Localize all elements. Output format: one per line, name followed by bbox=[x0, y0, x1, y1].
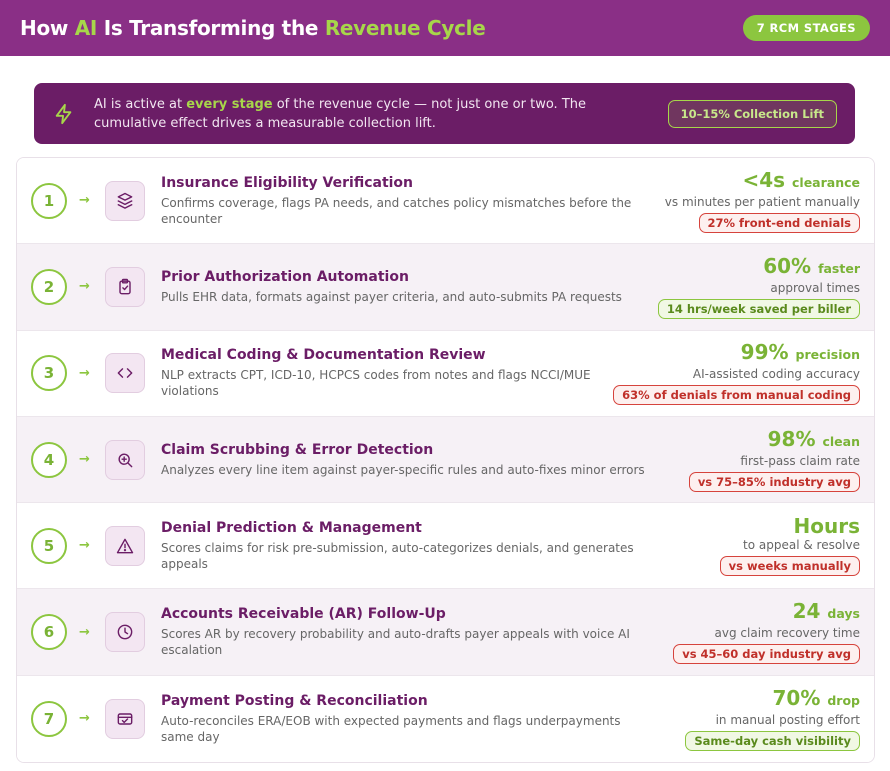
stage-row: 2 → Prior Authorization Automation Pulls EH… bbox=[17, 244, 874, 331]
metric-tag: Same-day cash visibility bbox=[685, 730, 860, 751]
stage-metric: 60% faster approval times 14 hrs/week save… bbox=[657, 253, 860, 319]
stage-row: 1 → Insurance Eligibility Verification Conf… bbox=[17, 158, 874, 245]
stage-metric: <4s clearance vs minutes per patient manu… bbox=[665, 169, 860, 233]
stage-description: Auto-reconciles ERA/EOB with expected pa… bbox=[161, 713, 621, 744]
stage-description: Scores claims for risk pre-submission, a… bbox=[161, 540, 634, 571]
metric-subtext: first-pass claim rate bbox=[740, 453, 860, 468]
stage-content: Denial Prediction & Management Scores cla… bbox=[161, 520, 651, 572]
stage-metric: 24 days avg claim recovery time vs 45–60 d… bbox=[673, 599, 860, 665]
page-header: How AI Is Transforming the Revenue Cycle… bbox=[0, 0, 890, 56]
metric-tag: 14 hrs/week saved per biller bbox=[657, 298, 860, 319]
payment-check-icon bbox=[105, 698, 145, 739]
metric-subtext: approval times bbox=[770, 280, 860, 295]
stage-number: 2 bbox=[31, 268, 67, 305]
collection-lift-badge: 10–15% Collection Lift bbox=[667, 99, 837, 128]
stage-metric: 99% precision AI-assisted coding accuracy… bbox=[613, 340, 861, 406]
metric-value: Hours bbox=[793, 514, 860, 539]
lightning-bolt-icon bbox=[34, 103, 94, 125]
stage-description: Scores AR by recovery probability and au… bbox=[161, 627, 630, 658]
clock-icon bbox=[105, 612, 145, 653]
stage-number: 5 bbox=[31, 527, 67, 564]
metric-tag: vs weeks manually bbox=[719, 556, 860, 577]
stage-description: Analyzes every line item against payer-s… bbox=[161, 462, 645, 477]
stage-row: 5 → Denial Prediction & Management Scores c… bbox=[17, 503, 874, 590]
stage-number: 1 bbox=[31, 182, 67, 219]
stage-title: Payment Posting & Reconciliation bbox=[161, 692, 428, 709]
arrow-right-icon: → bbox=[79, 365, 90, 381]
page-title: How AI Is Transforming the Revenue Cycle bbox=[20, 16, 486, 40]
stage-content: Insurance Eligibility Verification Confir… bbox=[161, 175, 651, 227]
stage-content: Claim Scrubbing & Error Detection Analyze… bbox=[161, 442, 651, 478]
stage-number: 6 bbox=[31, 614, 67, 651]
metric-unit: days bbox=[827, 606, 860, 622]
metric-value: <4s clearance bbox=[742, 167, 860, 192]
stage-metric: 70% drop in manual posting effort Same-day… bbox=[685, 687, 860, 751]
stage-row: 4 → Claim Scrubbing & Error Detection Analy… bbox=[17, 416, 874, 504]
code-brackets-icon bbox=[105, 353, 145, 394]
stage-description: NLP extracts CPT, ICD-10, HCPCS codes fr… bbox=[161, 368, 591, 399]
metric-value: 98% clean bbox=[767, 426, 860, 451]
stage-number: 4 bbox=[31, 441, 67, 478]
metric-subtext: AI-assisted coding accuracy bbox=[692, 367, 860, 382]
metric-tag: 63% of denials from manual coding bbox=[613, 385, 860, 406]
stage-description: Pulls EHR data, formats against payer cr… bbox=[161, 289, 622, 304]
stage-content: Medical Coding & Documentation Review NLP… bbox=[161, 347, 651, 399]
stage-description: Confirms coverage, flags PA needs, and c… bbox=[161, 195, 632, 226]
stage-list: 1 → Insurance Eligibility Verification Conf… bbox=[16, 157, 875, 764]
arrow-right-icon: → bbox=[79, 538, 90, 554]
metric-tag: 27% front-end denials bbox=[698, 212, 860, 233]
clipboard-check-icon bbox=[105, 266, 145, 307]
stage-title: Accounts Receivable (AR) Follow-Up bbox=[161, 606, 446, 623]
stage-content: Prior Authorization Automation Pulls EHR … bbox=[161, 269, 651, 305]
arrow-right-icon: → bbox=[79, 279, 90, 295]
callout-banner: AI is active at every stage of the reven… bbox=[34, 83, 855, 144]
warning-triangle-icon bbox=[105, 525, 145, 566]
stage-row: 3 → Medical Coding & Documentation Review N… bbox=[17, 330, 874, 417]
metric-subtext: to appeal & resolve bbox=[743, 538, 860, 553]
metric-subtext: vs minutes per patient manually bbox=[664, 194, 860, 209]
stage-title: Insurance Eligibility Verification bbox=[161, 174, 414, 191]
metric-subtext: in manual posting effort bbox=[715, 712, 860, 727]
stage-number: 7 bbox=[31, 700, 67, 737]
metric-tag: vs 75–85% industry avg bbox=[688, 471, 860, 492]
stage-title: Claim Scrubbing & Error Detection bbox=[161, 441, 434, 458]
metric-unit: clean bbox=[822, 433, 860, 449]
metric-unit: drop bbox=[827, 692, 860, 708]
arrow-right-icon: → bbox=[79, 193, 90, 209]
metric-unit: precision bbox=[795, 347, 861, 363]
callout-text: AI is active at every stage of the reven… bbox=[94, 96, 587, 131]
stage-content: Payment Posting & Reconciliation Auto-rec… bbox=[161, 693, 651, 745]
zoom-in-icon bbox=[105, 439, 145, 480]
stage-row: 6 → Accounts Receivable (AR) Follow-Up Scor… bbox=[17, 589, 874, 676]
stage-title: Prior Authorization Automation bbox=[161, 268, 409, 285]
stages-badge: 7 RCM STAGES bbox=[742, 15, 870, 41]
stage-title: Medical Coding & Documentation Review bbox=[161, 347, 486, 364]
metric-unit: clearance bbox=[792, 174, 860, 190]
metric-value: 70% drop bbox=[772, 685, 861, 710]
metric-tag: vs 45–60 day industry avg bbox=[673, 644, 860, 665]
stage-row: 7 → Payment Posting & Reconciliation Auto-r… bbox=[17, 675, 874, 763]
arrow-right-icon: → bbox=[79, 452, 90, 468]
metric-value: 99% precision bbox=[740, 340, 861, 365]
metric-value: 24 days bbox=[792, 599, 860, 624]
layers-icon bbox=[105, 180, 145, 221]
stage-metric: 98% clean first-pass claim rate vs 75–85% … bbox=[688, 426, 860, 492]
metric-unit: faster bbox=[818, 260, 860, 276]
stage-number: 3 bbox=[31, 355, 67, 392]
stage-title: Denial Prediction & Management bbox=[161, 519, 422, 536]
stage-content: Accounts Receivable (AR) Follow-Up Scores… bbox=[161, 606, 651, 658]
arrow-right-icon: → bbox=[79, 624, 90, 640]
metric-value: 60% faster bbox=[763, 253, 860, 278]
stage-metric: Hours to appeal & resolve vs weeks manuall… bbox=[719, 514, 860, 577]
arrow-right-icon: → bbox=[79, 711, 90, 727]
metric-subtext: avg claim recovery time bbox=[714, 626, 860, 641]
